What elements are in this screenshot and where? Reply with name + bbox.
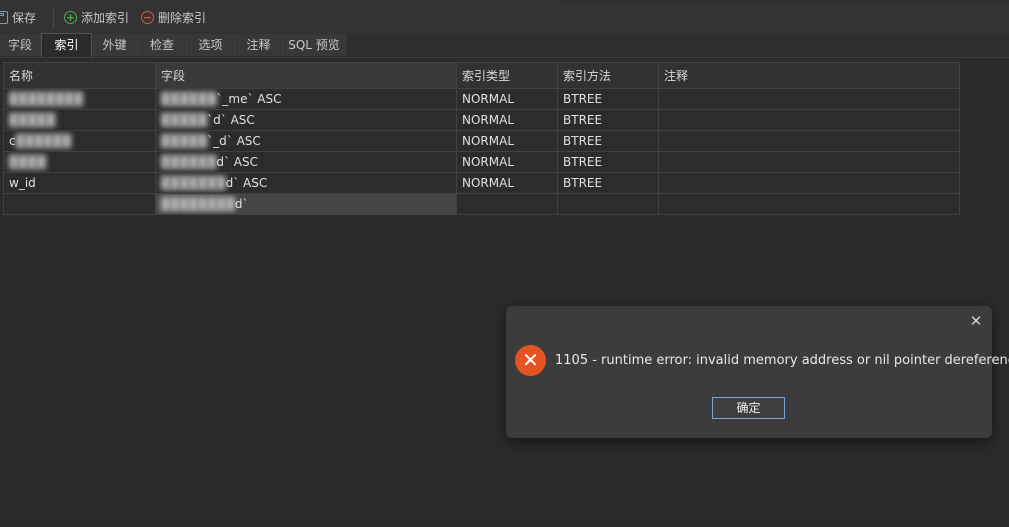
index-name-cell[interactable]: ████	[3, 151, 156, 173]
tab-sql-preview[interactable]: SQL 预览	[283, 34, 346, 56]
index-type-cell[interactable]: NORMAL	[456, 130, 558, 152]
tab-bar: 字段 索引 外键 检查 选项 注释 SQL 预览	[0, 33, 1009, 58]
index-comment-cell[interactable]	[658, 151, 960, 173]
redacted-text: ████████	[9, 92, 83, 106]
index-comment-cell[interactable]	[658, 172, 960, 194]
column-header-index-type[interactable]: 索引类型	[456, 62, 558, 89]
index-comment-cell[interactable]	[658, 88, 960, 110]
table-header: 名称 字段 索引类型 索引方法 注释	[3, 62, 960, 89]
index-method-cell[interactable]	[557, 193, 659, 215]
index-field: d` ASC	[225, 176, 268, 190]
index-field-cell[interactable]: █████`_d` ASC	[155, 130, 457, 152]
redacted-text: ██████	[161, 155, 217, 169]
redacted-text: ██████	[161, 92, 217, 106]
delete-index-label: 删除索引	[158, 10, 207, 25]
column-header-comment[interactable]: 注释	[658, 62, 960, 89]
index-comment-cell[interactable]	[658, 193, 960, 215]
index-field: `d` ASC	[207, 113, 255, 127]
tab-indexes[interactable]: 索引	[41, 33, 92, 57]
index-comment-cell[interactable]	[658, 109, 960, 131]
table-row[interactable]: w_id ███████d` ASC NORMAL BTREE	[3, 172, 960, 194]
column-header-index-method[interactable]: 索引方法	[557, 62, 659, 89]
redacted-text: ██████	[15, 134, 71, 148]
table-row[interactable]: ████████ ██████`_me` ASC NORMAL BTREE	[3, 88, 960, 110]
index-type-cell[interactable]	[456, 193, 558, 215]
toolbar: 保存 + 添加索引 − 删除索引	[0, 0, 1009, 34]
index-field: `_d` ASC	[207, 134, 261, 148]
save-label: 保存	[12, 10, 37, 25]
index-method-cell[interactable]: BTREE	[557, 88, 659, 110]
redacted-text: █████	[161, 113, 208, 127]
table-row[interactable]: █████ █████`d` ASC NORMAL BTREE	[3, 109, 960, 131]
index-method-cell[interactable]: BTREE	[557, 172, 659, 194]
redacted-text: ███████	[161, 176, 226, 190]
add-index-button[interactable]: + 添加索引	[64, 8, 129, 26]
close-icon[interactable]: ✕	[968, 313, 984, 329]
redacted-text: ████████	[161, 197, 235, 211]
toolbar-edge	[562, 0, 1009, 3]
table-row[interactable]: ████████d`	[3, 193, 960, 215]
index-type-cell[interactable]: NORMAL	[456, 151, 558, 173]
save-icon	[0, 10, 8, 24]
error-icon: ✕	[515, 345, 546, 376]
index-name-cell[interactable]: █████	[3, 109, 156, 131]
index-name-cell[interactable]: ████████	[3, 88, 156, 110]
index-name-cell[interactable]	[3, 193, 156, 215]
minus-circle-icon: −	[141, 10, 154, 24]
index-field: d`	[234, 197, 249, 211]
table-row[interactable]: ████ ██████d` ASC NORMAL BTREE	[3, 151, 960, 173]
index-field-cell[interactable]: ████████d`	[155, 193, 457, 215]
index-method-cell[interactable]: BTREE	[557, 109, 659, 131]
plus-circle-icon: +	[64, 10, 77, 24]
redacted-text: ████	[9, 155, 46, 169]
tab-fields[interactable]: 字段	[0, 34, 41, 56]
index-name: c	[9, 134, 16, 148]
delete-index-button[interactable]: − 删除索引	[141, 8, 206, 26]
index-name: w_id	[9, 176, 36, 190]
add-index-label: 添加索引	[81, 10, 130, 25]
index-field-cell[interactable]: ██████d` ASC	[155, 151, 457, 173]
toolbar-divider	[53, 7, 54, 29]
redacted-text: █████	[9, 113, 56, 127]
table-row[interactable]: c██████ █████`_d` ASC NORMAL BTREE	[3, 130, 960, 152]
index-name-cell[interactable]: w_id	[3, 172, 156, 194]
tab-checks[interactable]: 检查	[138, 34, 187, 56]
index-field-cell[interactable]: ███████d` ASC	[155, 172, 457, 194]
index-type-cell[interactable]: NORMAL	[456, 109, 558, 131]
index-field: `_me` ASC	[216, 92, 282, 106]
index-method-cell[interactable]: BTREE	[557, 151, 659, 173]
index-method-cell[interactable]: BTREE	[557, 130, 659, 152]
index-field: d` ASC	[216, 155, 259, 169]
tab-options[interactable]: 选项	[187, 34, 235, 56]
index-table: 名称 字段 索引类型 索引方法 注释 ████████ ██████`_me` …	[3, 62, 960, 215]
tab-comments[interactable]: 注释	[235, 34, 283, 56]
save-button[interactable]: 保存	[0, 8, 36, 26]
ok-button[interactable]: 确定	[712, 397, 785, 419]
index-comment-cell[interactable]	[658, 130, 960, 152]
index-type-cell[interactable]: NORMAL	[456, 172, 558, 194]
column-header-name[interactable]: 名称	[3, 62, 156, 89]
index-field-cell[interactable]: █████`d` ASC	[155, 109, 457, 131]
error-dialog: ✕ ✕ 1105 - runtime error: invalid memory…	[506, 306, 1009, 438]
error-message: 1105 - runtime error: invalid memory add…	[555, 353, 1009, 368]
redacted-text: █████	[161, 134, 208, 148]
index-name-cell[interactable]: c██████	[3, 130, 156, 152]
index-field-cell[interactable]: ██████`_me` ASC	[155, 88, 457, 110]
index-type-cell[interactable]: NORMAL	[456, 88, 558, 110]
column-header-field[interactable]: 字段	[155, 62, 457, 89]
tab-foreign-keys[interactable]: 外键	[92, 34, 138, 56]
